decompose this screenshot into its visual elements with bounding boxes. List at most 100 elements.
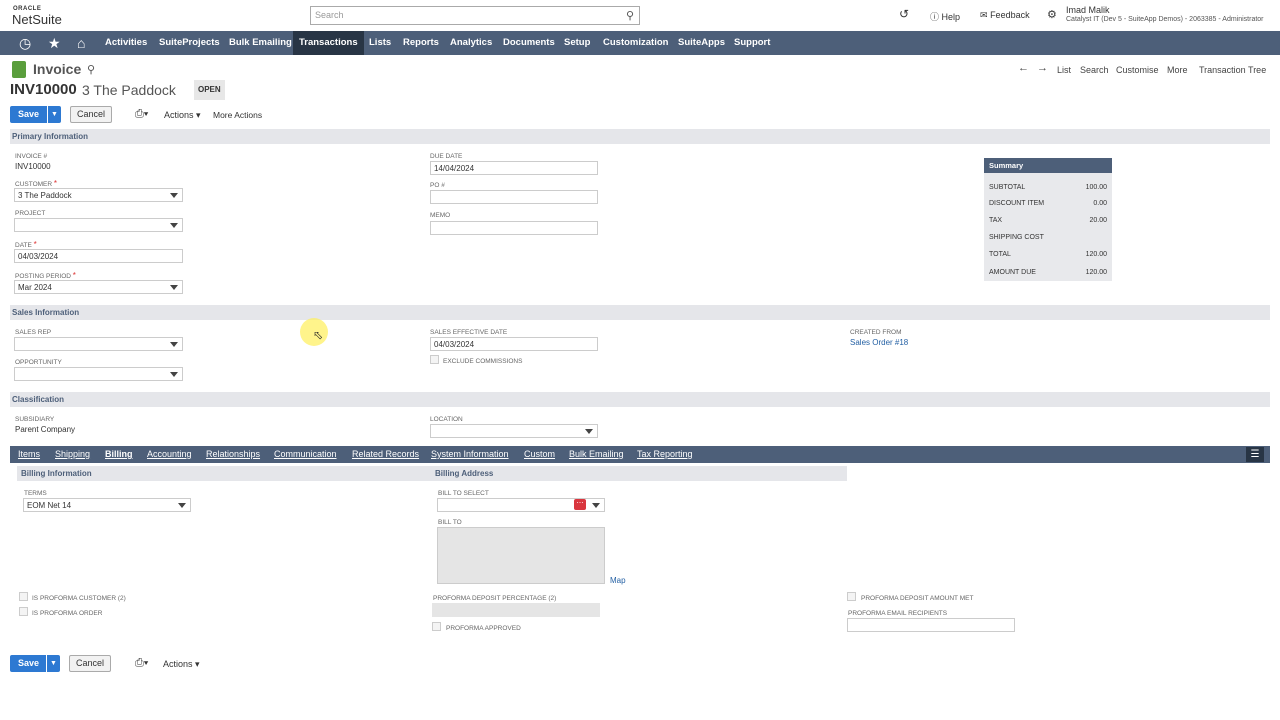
cancel-button[interactable]: Cancel: [70, 106, 112, 123]
actions-menu-bottom[interactable]: Actions ▾: [163, 659, 200, 670]
section-primary-information[interactable]: Primary Information: [10, 129, 1270, 144]
page-search-icon[interactable]: ⚲: [87, 63, 95, 76]
tab-accounting[interactable]: Accounting: [147, 449, 192, 459]
layout-toggle-icon[interactable]: ☰: [1246, 447, 1264, 462]
netsuite-logo[interactable]: NetSuite: [12, 12, 62, 27]
tab-relationships[interactable]: Relationships: [206, 449, 260, 459]
date-field[interactable]: 04/03/2024: [14, 249, 183, 263]
customer-select[interactable]: 3 The Paddock: [14, 188, 183, 202]
top-bar: ORACLE NetSuite Search ⚲ ↺ ⓘ Help ✉ Feed…: [0, 0, 1280, 31]
nav-support[interactable]: Support: [728, 31, 776, 55]
list-link[interactable]: List: [1057, 65, 1071, 75]
save-button[interactable]: Save ▼: [10, 106, 61, 123]
tab-billing[interactable]: Billing: [105, 449, 133, 459]
summary-row-discount: DISCOUNT ITEM 0.00: [989, 200, 1107, 207]
summary-label: TOTAL: [989, 251, 1011, 258]
po-field[interactable]: [430, 190, 598, 204]
more-actions-link[interactable]: More Actions: [213, 110, 262, 120]
tab-system-information[interactable]: System Information: [431, 449, 509, 459]
project-select[interactable]: [14, 218, 183, 232]
help-link[interactable]: ⓘ Help: [930, 10, 960, 23]
proforma-deposit-percentage-field[interactable]: [432, 603, 600, 617]
proforma-deposit-percentage-label: PROFORMA DEPOSIT PERCENTAGE (2): [433, 595, 557, 602]
tab-related-records[interactable]: Related Records: [352, 449, 419, 459]
proforma-deposit-met-checkbox[interactable]: [847, 592, 856, 601]
search-icon[interactable]: ⚲: [626, 9, 634, 22]
nav-suiteapps[interactable]: SuiteApps: [672, 31, 731, 55]
posting-period-label-text: POSTING PERIOD: [15, 273, 71, 280]
nav-reports[interactable]: Reports: [397, 31, 445, 55]
exclude-commissions-checkbox[interactable]: [430, 355, 439, 364]
favorites-star-icon[interactable]: ★: [48, 35, 61, 52]
proforma-approved-checkbox[interactable]: [432, 622, 441, 631]
opportunity-select[interactable]: [14, 367, 183, 381]
user-name[interactable]: Imad Malik: [1066, 5, 1110, 15]
sales-rep-label: SALES REP: [15, 329, 52, 336]
proforma-email-recipients-field[interactable]: [847, 618, 1015, 632]
page-title: Invoice: [33, 61, 82, 77]
nav-activities[interactable]: Activities: [99, 31, 153, 55]
memo-field[interactable]: [430, 221, 598, 235]
search-link[interactable]: Search: [1080, 65, 1109, 75]
due-date-field[interactable]: 14/04/2024: [430, 161, 598, 175]
forward-arrow-icon[interactable]: →: [1037, 62, 1048, 74]
created-from-link[interactable]: Sales Order #18: [850, 338, 908, 347]
actions-menu[interactable]: Actions ▾: [164, 110, 201, 121]
nav-documents[interactable]: Documents: [497, 31, 561, 55]
customer-value: 3 The Paddock: [18, 191, 72, 200]
due-date-label: DUE DATE: [430, 153, 463, 160]
roles-icon[interactable]: ⚙: [1047, 8, 1057, 21]
nav-setup[interactable]: Setup: [558, 31, 596, 55]
required-icon: *: [53, 179, 58, 188]
transaction-tree-link[interactable]: Transaction Tree: [1199, 65, 1266, 75]
map-link[interactable]: Map: [610, 576, 626, 585]
record-name: 3 The Paddock: [82, 82, 176, 98]
recent-records-icon[interactable]: ↺: [899, 7, 909, 21]
tab-items[interactable]: Items: [18, 449, 40, 459]
cancel-button-bottom[interactable]: Cancel: [69, 655, 111, 672]
section-classification[interactable]: Classification: [10, 392, 1270, 407]
proforma-customer-checkbox[interactable]: [19, 592, 28, 601]
bill-to-label: BILL TO: [438, 519, 462, 526]
save-button-bottom[interactable]: Save ▼: [10, 655, 60, 672]
recent-icon[interactable]: ◷: [19, 35, 31, 52]
nav-lists[interactable]: Lists: [363, 31, 397, 55]
sales-effective-date-field[interactable]: 04/03/2024: [430, 337, 598, 351]
home-icon[interactable]: ⌂: [77, 35, 85, 51]
section-sales-information[interactable]: Sales Information: [10, 305, 1270, 320]
proforma-order-checkbox[interactable]: [19, 607, 28, 616]
posting-period-select[interactable]: Mar 2024: [14, 280, 183, 294]
back-arrow-icon[interactable]: ←: [1018, 62, 1029, 74]
tab-shipping[interactable]: Shipping: [55, 449, 90, 459]
billing-address-header: Billing Address: [431, 466, 847, 481]
tab-custom[interactable]: Custom: [524, 449, 555, 459]
summary-row-total: TOTAL 120.00: [989, 251, 1107, 258]
tab-communication[interactable]: Communication: [274, 449, 337, 459]
nav-customization[interactable]: Customization: [597, 31, 674, 55]
more-link[interactable]: More: [1167, 65, 1188, 75]
nav-transactions[interactable]: Transactions: [293, 31, 364, 55]
save-dropdown-icon[interactable]: ▼: [47, 106, 61, 123]
global-search-input[interactable]: Search ⚲: [310, 6, 640, 25]
tab-tax-reporting[interactable]: Tax Reporting: [637, 449, 693, 459]
terms-select[interactable]: EOM Net 14: [23, 498, 191, 512]
nav-suiteprojects[interactable]: SuiteProjects: [153, 31, 226, 55]
subsidiary-label: SUBSIDIARY: [15, 416, 55, 423]
sales-rep-select[interactable]: [14, 337, 183, 351]
print-icon[interactable]: ⎙▾: [135, 657, 148, 670]
location-select[interactable]: [430, 424, 598, 438]
customise-link[interactable]: Customise: [1116, 65, 1159, 75]
posting-period-value: Mar 2024: [18, 283, 52, 292]
bill-to-textarea[interactable]: [437, 527, 605, 584]
more-options-icon[interactable]: ⋯: [574, 499, 586, 510]
nav-analytics[interactable]: Analytics: [444, 31, 498, 55]
save-dropdown-icon[interactable]: ▼: [46, 655, 60, 672]
customer-label: CUSTOMER *: [15, 179, 57, 188]
nav-bulk-emailing[interactable]: Bulk Emailing: [223, 31, 298, 55]
save-button-label: Save: [18, 658, 40, 668]
feedback-link[interactable]: ✉ Feedback: [980, 10, 1030, 21]
search-placeholder: Search: [315, 10, 344, 20]
summary-label: AMOUNT DUE: [989, 269, 1036, 276]
tab-bulk-emailing[interactable]: Bulk Emailing: [569, 449, 624, 459]
print-icon[interactable]: ⎙▾: [135, 108, 148, 121]
